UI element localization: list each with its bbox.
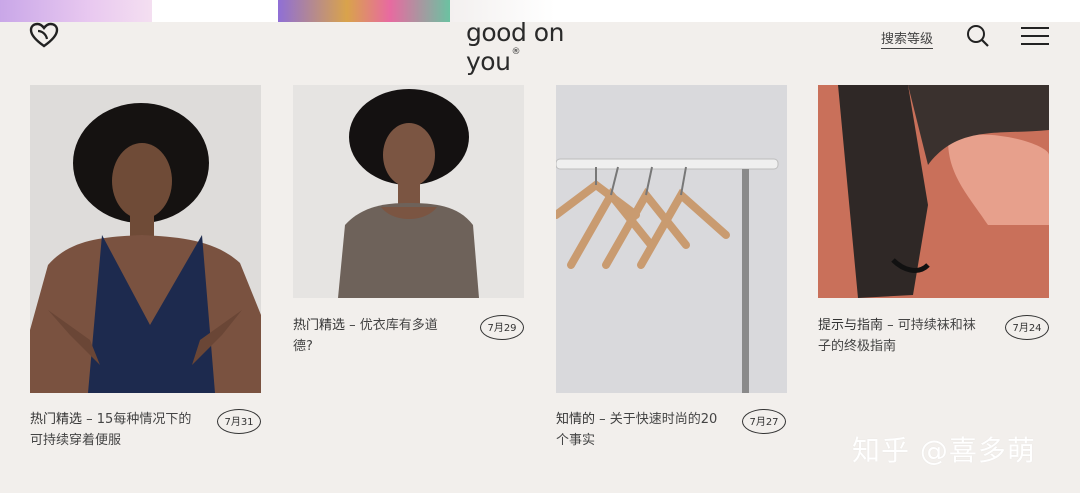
card-category-3: 知情的 <box>556 412 596 427</box>
brand-logo[interactable]: good on you® <box>466 18 616 76</box>
menu-icon[interactable] <box>1019 24 1050 48</box>
card-title-2[interactable]: 热门精选 – 优衣库有多道 德? <box>293 315 473 357</box>
date-badge-3: 7月27 <box>742 409 786 434</box>
date-badge-1: 7月31 <box>217 409 261 434</box>
card-title-3[interactable]: 知情的 – 关于快速时尚的20 个事实 <box>556 409 736 451</box>
date-badge-2: 7月29 <box>480 315 524 340</box>
card-image-2[interactable] <box>293 85 524 298</box>
card-category-2: 热门精选 <box>293 318 346 333</box>
search-icon[interactable] <box>966 24 990 48</box>
card-category-1: 热门精选 <box>30 412 83 427</box>
card-image-1[interactable] <box>30 85 261 393</box>
tights-photo <box>818 85 1049 298</box>
card-image-3[interactable] <box>556 85 787 393</box>
card-image-4[interactable] <box>818 85 1049 298</box>
model-photo-2 <box>293 85 524 298</box>
card-title-1[interactable]: 热门精选 – 15每种情况下的 可持续穿着便服 <box>30 409 210 451</box>
heart-logo-icon[interactable] <box>29 22 59 48</box>
model-photo-1 <box>30 85 261 393</box>
watermark: 知乎 @喜多萌 <box>852 434 1036 467</box>
banner-image-left <box>0 0 152 22</box>
search-rank-link[interactable]: 搜索等级 <box>881 28 934 49</box>
banner-image-center <box>278 0 450 22</box>
card-category-4: 提示与指南 <box>818 318 884 333</box>
clothes-rack-photo <box>556 85 787 393</box>
date-badge-4: 7月24 <box>1005 315 1049 340</box>
registered-mark: ® <box>511 47 520 57</box>
card-title-4[interactable]: 提示与指南 – 可持续袜和袜 子的终极指南 <box>818 315 998 357</box>
